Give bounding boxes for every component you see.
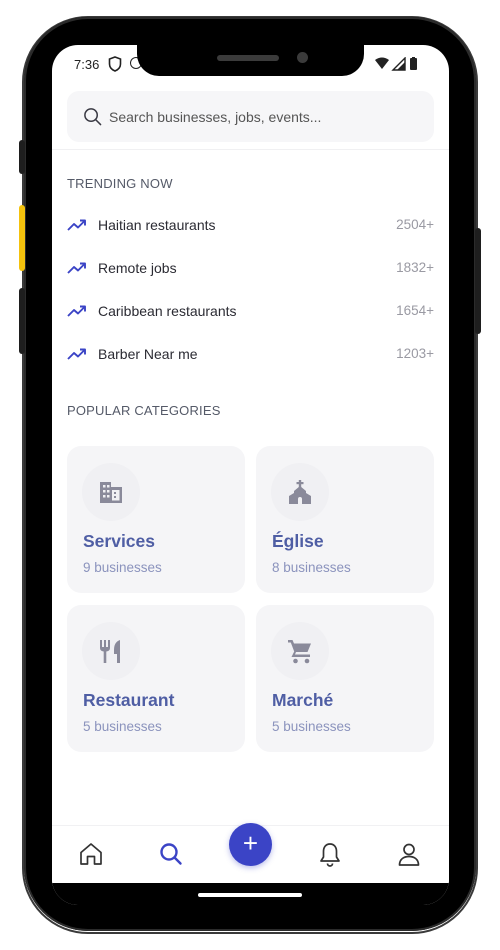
home-indicator[interactable] — [198, 893, 302, 897]
signal-battery-icons — [375, 57, 417, 71]
volume-up-button — [19, 205, 25, 271]
category-count: 5 businesses — [272, 719, 351, 734]
trending-up-icon — [67, 219, 86, 231]
category-name: Église — [272, 531, 324, 551]
category-icon-circle — [82, 463, 140, 521]
trending-up-icon — [67, 348, 86, 360]
category-count: 9 businesses — [83, 560, 162, 575]
wifi-icon — [375, 57, 389, 69]
category-name: Marché — [272, 690, 334, 710]
search-input[interactable] — [109, 103, 409, 130]
trend-label: Caribbean restaurants — [98, 303, 237, 319]
trend-label: Haitian restaurants — [98, 217, 216, 233]
trend-row[interactable]: Haitian restaurants 2504+ — [67, 212, 434, 240]
category-icon-circle — [271, 463, 329, 521]
category-icon-circle — [82, 622, 140, 680]
mute-switch — [19, 140, 25, 174]
categories-title: POPULAR CATEGORIES — [67, 403, 221, 418]
shield-icon — [108, 56, 122, 72]
building-icon — [100, 482, 122, 503]
search-icon — [84, 108, 102, 126]
power-button — [475, 228, 481, 334]
volume-down-button — [19, 288, 25, 354]
trend-label: Remote jobs — [98, 260, 177, 276]
bell-icon[interactable] — [316, 840, 344, 868]
trend-count: 2504+ — [396, 217, 434, 232]
status-time: 7:36 — [74, 57, 100, 72]
trending-up-icon — [67, 305, 86, 317]
restaurant-icon — [100, 640, 120, 663]
header-divider — [52, 149, 449, 150]
category-name: Restaurant — [83, 690, 175, 710]
front-camera — [297, 52, 308, 63]
profile-icon[interactable] — [395, 840, 423, 868]
category-card-services[interactable]: Services 9 businesses — [67, 446, 245, 593]
battery-icon — [410, 58, 417, 70]
category-count: 8 businesses — [272, 560, 351, 575]
add-button[interactable]: + — [229, 823, 272, 866]
camera-notch — [137, 45, 364, 76]
search-icon[interactable] — [157, 840, 185, 868]
cart-icon — [288, 640, 311, 664]
category-card-eglise[interactable]: Église 8 businesses — [256, 446, 434, 593]
category-card-restaurant[interactable]: Restaurant 5 businesses — [67, 605, 245, 752]
category-card-marche[interactable]: Marché 5 businesses — [256, 605, 434, 752]
trending-up-icon — [67, 262, 86, 274]
plus-icon: + — [242, 828, 259, 858]
trend-row[interactable]: Barber Near me 1203+ — [67, 341, 434, 369]
trend-label: Barber Near me — [98, 346, 198, 362]
home-icon[interactable] — [77, 840, 105, 868]
app-screen: 7:36 TRENDING NOW Haitian — [52, 45, 449, 905]
search-bar[interactable] — [67, 91, 434, 142]
trending-title: TRENDING NOW — [67, 176, 173, 191]
trend-row[interactable]: Caribbean restaurants 1654+ — [67, 298, 434, 326]
trend-row[interactable]: Remote jobs 1832+ — [67, 255, 434, 283]
status-bar: 7:36 — [52, 45, 449, 85]
category-name: Services — [83, 531, 156, 551]
trend-count: 1654+ — [396, 303, 434, 318]
trend-count: 1832+ — [396, 260, 434, 275]
church-icon — [289, 480, 311, 504]
trend-count: 1203+ — [396, 346, 434, 361]
category-icon-circle — [271, 622, 329, 680]
category-count: 5 businesses — [83, 719, 162, 734]
speaker-grille — [217, 55, 279, 61]
